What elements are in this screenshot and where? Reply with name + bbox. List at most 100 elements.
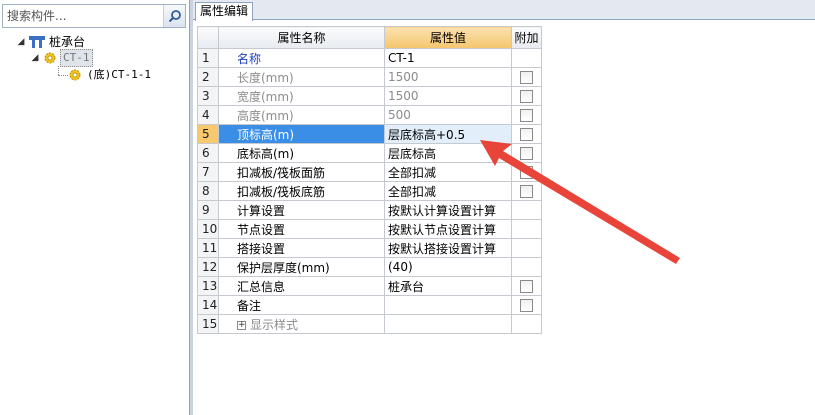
component-tree: ◢ 桩承台 ◢ CT-1 (底)CT-1-1 — [0, 32, 188, 415]
property-name: 底标高(m) — [218, 143, 385, 163]
row-number: 13 — [197, 276, 219, 296]
extra-checkbox[interactable] — [520, 185, 533, 198]
tree-node-grandchild[interactable]: (底)CT-1-1 — [68, 67, 151, 83]
table-row[interactable]: 11 搭接设置 按默认搭接设置计算 — [197, 238, 542, 258]
search-icon — [168, 10, 181, 23]
extra-cell — [511, 86, 542, 106]
table-row[interactable]: 13 汇总信息 桩承台 — [197, 276, 542, 296]
property-name: 搭接设置 — [218, 238, 385, 258]
tree-node-root[interactable]: ◢ 桩承台 — [16, 34, 85, 50]
property-name: 汇总信息 — [218, 276, 385, 296]
row-number: 6 — [197, 143, 219, 163]
extra-checkbox[interactable] — [520, 90, 533, 103]
row-number: 14 — [197, 295, 219, 315]
property-value[interactable]: 层底标高+0.5 — [384, 124, 512, 144]
property-value[interactable]: 1500 — [384, 86, 512, 106]
search-input[interactable] — [3, 5, 161, 27]
property-value[interactable]: 按默认搭接设置计算 — [384, 238, 512, 258]
table-row[interactable]: 14 备注 — [197, 295, 542, 315]
table-row[interactable]: 10 节点设置 按默认节点设置计算 — [197, 219, 542, 239]
row-number: 15 — [197, 314, 219, 334]
row-number: 1 — [197, 48, 219, 68]
row-number: 11 — [197, 238, 219, 258]
table-row[interactable]: 7 扣减板/筏板面筋 全部扣减 — [197, 162, 542, 182]
table-row[interactable]: 12 保护层厚度(mm) (40) — [197, 257, 542, 277]
table-row[interactable]: 8 扣减板/筏板底筋 全部扣减 — [197, 181, 542, 201]
row-number: 8 — [197, 181, 219, 201]
property-value[interactable]: 全部扣减 — [384, 162, 512, 182]
tree-connector — [58, 75, 68, 76]
collapse-toggle-icon[interactable]: ◢ — [16, 37, 26, 47]
property-value[interactable]: 1500 — [384, 67, 512, 87]
search-box — [2, 4, 186, 28]
property-value[interactable]: CT-1 — [384, 48, 512, 68]
table-row[interactable]: 4 高度(mm) 500 — [197, 105, 542, 125]
search-button[interactable] — [163, 5, 185, 27]
extra-checkbox[interactable] — [520, 299, 533, 312]
property-name: 节点设置 — [218, 219, 385, 239]
header-property-value[interactable]: 属性值 — [384, 26, 512, 49]
property-value[interactable]: 桩承台 — [384, 276, 512, 296]
extra-checkbox[interactable] — [520, 166, 533, 179]
property-value[interactable]: 全部扣减 — [384, 181, 512, 201]
table-row[interactable]: 3 宽度(mm) 1500 — [197, 86, 542, 106]
pile-cap-icon — [29, 36, 45, 48]
header-property-name[interactable]: 属性名称 — [218, 26, 385, 49]
property-value[interactable]: 按默认节点设置计算 — [384, 219, 512, 239]
header-extra[interactable]: 附加 — [511, 26, 542, 49]
property-name: 顶标高(m) — [218, 124, 385, 144]
extra-checkbox[interactable] — [520, 109, 533, 122]
tab-property-edit[interactable]: 属性编辑 — [195, 2, 254, 21]
extra-cell — [511, 67, 542, 87]
extra-cell — [511, 276, 542, 296]
property-value[interactable]: (40) — [384, 257, 512, 277]
property-name: 扣减板/筏板底筋 — [218, 181, 385, 201]
property-panel: 属性编辑 属性名称 属性值 附加 1 名称 CT-1 2 长度(mm) 1500… — [193, 0, 815, 415]
tree-label-grandchild: (底)CT-1-1 — [87, 68, 151, 81]
collapse-toggle-icon[interactable]: ◢ — [30, 53, 40, 63]
extra-checkbox[interactable] — [520, 71, 533, 84]
row-number: 5 — [197, 124, 219, 144]
table-row[interactable]: 1 名称 CT-1 — [197, 48, 542, 68]
table-row[interactable]: 2 长度(mm) 1500 — [197, 67, 542, 87]
property-value[interactable] — [384, 314, 512, 334]
extra-checkbox[interactable] — [520, 128, 533, 141]
extra-cell — [511, 181, 542, 201]
property-name: 长度(mm) — [218, 67, 385, 87]
grid-header-row: 属性名称 属性值 附加 — [197, 26, 542, 49]
tree-connector — [58, 66, 59, 75]
tree-node-child[interactable]: ◢ CT-1 — [30, 49, 93, 67]
extra-cell — [511, 295, 542, 315]
tab-strip: 属性编辑 — [193, 0, 815, 21]
property-name: 扣减板/筏板面筋 — [218, 162, 385, 182]
expand-icon[interactable]: + — [237, 320, 246, 330]
row-number: 4 — [197, 105, 219, 125]
tree-label-child: CT-1 — [60, 49, 93, 67]
property-value[interactable]: 层底标高 — [384, 143, 512, 163]
row-number: 3 — [197, 86, 219, 106]
extra-cell — [511, 162, 542, 182]
extra-cell — [511, 200, 542, 220]
component-panel: ◢ 桩承台 ◢ CT-1 (底)CT-1-1 — [0, 0, 190, 415]
row-number: 7 — [197, 162, 219, 182]
property-value[interactable] — [384, 295, 512, 315]
property-name: 计算设置 — [218, 200, 385, 220]
property-name: 保护层厚度(mm) — [218, 257, 385, 277]
extra-checkbox[interactable] — [520, 280, 533, 293]
property-name: 名称 — [218, 48, 385, 68]
table-row-group[interactable]: 15 + 显示样式 — [197, 314, 542, 334]
gear-icon — [44, 52, 56, 64]
table-row-selected[interactable]: 5 顶标高(m) 层底标高+0.5 — [197, 124, 542, 144]
tree-label-root: 桩承台 — [49, 35, 86, 49]
property-value[interactable]: 500 — [384, 105, 512, 125]
header-row-number — [197, 26, 219, 49]
property-group: + 显示样式 — [218, 314, 385, 334]
extra-checkbox[interactable] — [520, 147, 533, 160]
row-number: 10 — [197, 219, 219, 239]
property-name: 备注 — [218, 295, 385, 315]
property-value[interactable]: 按默认计算设置计算 — [384, 200, 512, 220]
extra-cell — [511, 48, 542, 68]
table-row[interactable]: 6 底标高(m) 层底标高 — [197, 143, 542, 163]
extra-cell — [511, 314, 542, 334]
table-row[interactable]: 9 计算设置 按默认计算设置计算 — [197, 200, 542, 220]
